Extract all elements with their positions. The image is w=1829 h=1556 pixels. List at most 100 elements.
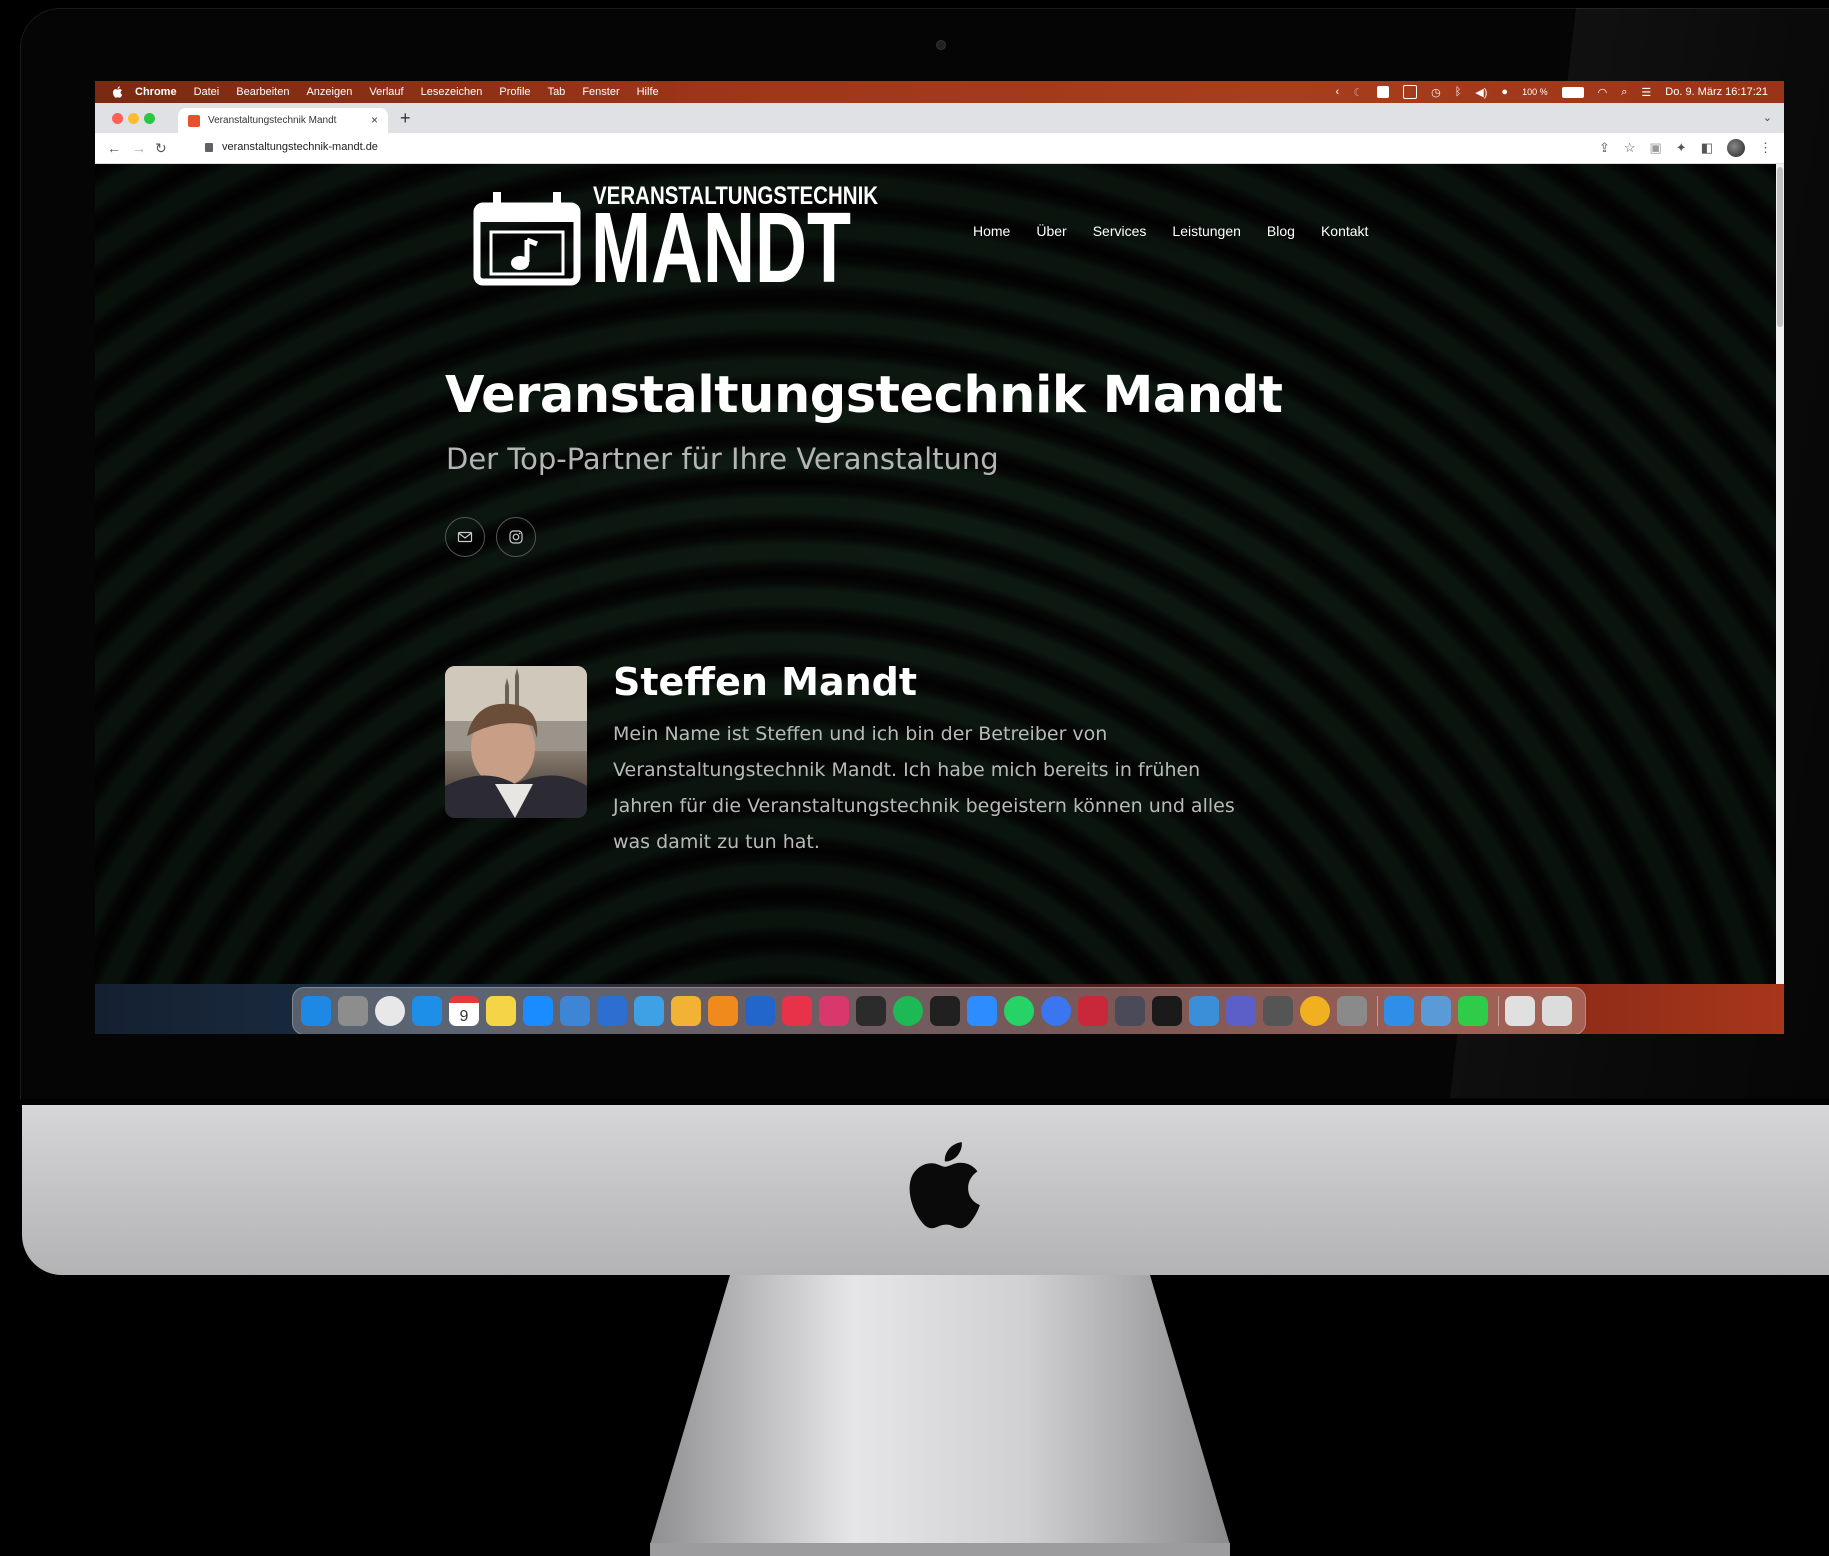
facetime-icon[interactable] xyxy=(1458,996,1488,1026)
simulator-icon[interactable] xyxy=(597,996,627,1026)
dock-separator xyxy=(1498,996,1499,1026)
bluetooth-icon[interactable]: ᛒ xyxy=(1455,86,1462,98)
ssh-icon[interactable] xyxy=(634,996,664,1026)
focus-icon[interactable]: ☾ xyxy=(1353,86,1363,99)
tab-search-chevron-icon[interactable]: ⌄ xyxy=(1763,111,1772,124)
db-icon[interactable] xyxy=(1078,996,1108,1026)
activity-icon[interactable] xyxy=(1152,996,1182,1026)
page-scrollbar[interactable] xyxy=(1776,164,1784,984)
control-center-icon[interactable]: ☰ xyxy=(1641,86,1651,99)
volume-icon[interactable]: ◀︎) xyxy=(1475,86,1487,99)
scrollbar-thumb[interactable] xyxy=(1777,167,1783,327)
final-cut-icon[interactable] xyxy=(856,996,886,1026)
drive-icon[interactable] xyxy=(1377,86,1390,98)
timemachine-icon[interactable]: ◷ xyxy=(1431,86,1441,99)
imac-frame: Chrome Datei Bearbeiten Anzeigen Verlauf… xyxy=(0,0,1829,1556)
cyberduck-icon[interactable] xyxy=(671,996,701,1026)
menu-anzeigen[interactable]: Anzeigen xyxy=(306,86,352,98)
whatsapp-icon[interactable] xyxy=(1004,996,1034,1026)
menu-profile[interactable]: Profile xyxy=(499,86,530,98)
calendar-icon[interactable]: 9 xyxy=(449,996,479,1026)
chrome-icon[interactable] xyxy=(375,996,405,1026)
zoom-window-button[interactable] xyxy=(144,113,155,124)
menu-bearbeiten[interactable]: Bearbeiten xyxy=(236,86,289,98)
settings-icon[interactable] xyxy=(1337,996,1367,1026)
back-icon[interactable]: ← xyxy=(107,140,121,156)
menu-verlauf[interactable]: Verlauf xyxy=(369,86,403,98)
close-window-button[interactable] xyxy=(112,113,123,124)
lock-icon xyxy=(205,142,213,152)
signal-icon[interactable] xyxy=(1041,996,1071,1026)
browser-tab-active[interactable]: Veranstaltungstechnik Mandt × xyxy=(178,108,388,133)
intellij-icon[interactable] xyxy=(819,996,849,1026)
nav-kontakt[interactable]: Kontakt xyxy=(1321,223,1368,239)
site-logo[interactable]: VERANSTALTUNGSTECHNIK MANDT xyxy=(473,180,878,300)
macos-menubar: Chrome Datei Bearbeiten Anzeigen Verlauf… xyxy=(95,81,1784,103)
migration-icon[interactable] xyxy=(1384,996,1414,1026)
creative-cloud-icon[interactable] xyxy=(782,996,812,1026)
nav-home[interactable]: Home xyxy=(973,223,1010,239)
menubar-status-area: ‹ ☾ ◷ ᛒ ◀︎) ● 100 % ◠ ⌕ ☰ Do. 9. März 16… xyxy=(1336,81,1768,103)
sublime-icon[interactable] xyxy=(708,996,738,1026)
amphetamine-icon[interactable] xyxy=(1300,996,1330,1026)
file-icon[interactable] xyxy=(1505,996,1535,1026)
finder-icon[interactable] xyxy=(301,996,331,1026)
profile-avatar[interactable] xyxy=(1727,139,1745,157)
spotify-icon[interactable] xyxy=(893,996,923,1026)
zoom-icon[interactable] xyxy=(967,996,997,1026)
menubar-datetime[interactable]: Do. 9. März 16:17:21 xyxy=(1665,86,1768,98)
monitor-stand xyxy=(650,1275,1230,1556)
nav-blog[interactable]: Blog xyxy=(1267,223,1295,239)
nav-services[interactable]: Services xyxy=(1093,223,1147,239)
mail-icon[interactable] xyxy=(412,996,442,1026)
minimize-window-button[interactable] xyxy=(128,113,139,124)
launchpad-icon[interactable] xyxy=(338,996,368,1026)
menu-fenster[interactable]: Fenster xyxy=(582,86,619,98)
apple-menu-icon[interactable] xyxy=(111,85,125,99)
forward-icon[interactable]: → xyxy=(132,140,146,156)
kebab-menu-icon[interactable]: ⋮ xyxy=(1759,140,1772,156)
site-navigation: Home Über Services Leistungen Blog Konta… xyxy=(973,223,1368,239)
disk-icon[interactable] xyxy=(1263,996,1293,1026)
instagram-icon xyxy=(509,530,523,544)
menu-chrome[interactable]: Chrome xyxy=(135,86,177,98)
url-text: veranstaltungstechnik-mandt.de xyxy=(222,141,378,153)
extension-icon[interactable]: ▣ xyxy=(1650,140,1662,156)
notes-icon[interactable] xyxy=(486,996,516,1026)
macos-dock: 9 xyxy=(292,987,1586,1034)
menu-tab[interactable]: Tab xyxy=(548,86,566,98)
new-tab-button[interactable]: + xyxy=(400,108,411,129)
tab-close-icon[interactable]: × xyxy=(371,113,378,127)
1password-icon[interactable] xyxy=(745,996,775,1026)
wifi-icon[interactable]: ◠ xyxy=(1598,86,1608,99)
menu-datei[interactable]: Datei xyxy=(194,86,220,98)
spotlight-icon[interactable]: ⌕ xyxy=(1621,86,1627,99)
instagram-button[interactable] xyxy=(496,517,536,557)
nav-uber[interactable]: Über xyxy=(1036,223,1066,239)
nav-leistungen[interactable]: Leistungen xyxy=(1172,223,1241,239)
share-icon[interactable]: ⇪ xyxy=(1599,140,1610,156)
app-store-icon[interactable] xyxy=(523,996,553,1026)
xcode-icon[interactable] xyxy=(560,996,590,1026)
windows-icon[interactable] xyxy=(1403,85,1418,99)
hero-title: Veranstaltungstechnik Mandt xyxy=(445,366,1283,425)
mail-button[interactable] xyxy=(445,517,485,557)
collapse-icon[interactable]: ‹ xyxy=(1336,86,1340,98)
address-bar[interactable]: veranstaltungstechnik-mandt.de xyxy=(205,141,378,153)
remote-desktop-icon[interactable] xyxy=(1421,996,1451,1026)
menu-lesezeichen[interactable]: Lesezeichen xyxy=(421,86,483,98)
screen-sharing-icon[interactable] xyxy=(1189,996,1219,1026)
puzzle-icon[interactable]: ✦ xyxy=(1676,140,1687,156)
sidepanel-icon[interactable]: ◧ xyxy=(1701,140,1713,156)
battery-icon[interactable] xyxy=(1561,86,1584,98)
user-icon[interactable]: ● xyxy=(1501,86,1508,98)
reload-icon[interactable]: ↻ xyxy=(155,140,167,157)
bio-name: Steffen Mandt xyxy=(613,660,918,704)
preview-icon[interactable] xyxy=(1115,996,1145,1026)
bookmark-star-icon[interactable]: ☆ xyxy=(1624,140,1636,156)
browser-tabbar: Veranstaltungstechnik Mandt × + ⌄ xyxy=(95,103,1784,133)
trash-icon[interactable] xyxy=(1542,996,1572,1026)
terminal-icon[interactable] xyxy=(930,996,960,1026)
teams-icon[interactable] xyxy=(1226,996,1256,1026)
menu-hilfe[interactable]: Hilfe xyxy=(637,86,659,98)
